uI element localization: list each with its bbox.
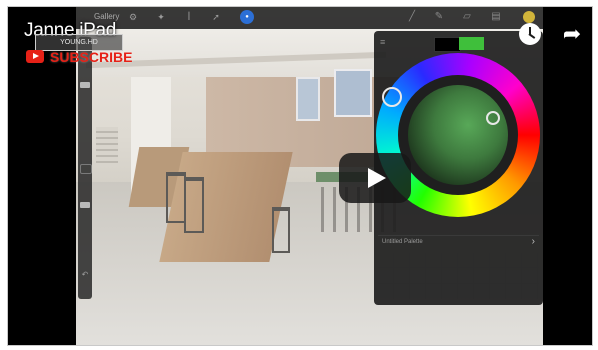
saturation-disc[interactable] [408,85,508,185]
color-picker-button[interactable] [523,11,535,23]
transform-icon[interactable]: ➚ [211,12,221,22]
secondary-color-swatch[interactable] [459,37,484,50]
window [296,77,320,121]
clock-icon[interactable] [519,23,541,45]
undo-icon[interactable]: ↶ [80,270,90,280]
window [334,69,372,117]
palette-grid[interactable] [378,253,539,299]
magic-wand-icon[interactable]: ✦ [156,12,166,22]
stool [166,172,186,223]
palette-header[interactable]: Untitled Palette › [378,235,539,250]
chevron-right-icon[interactable]: › [532,236,535,247]
palette-label: Untitled Palette [382,239,423,245]
hue-selector[interactable] [382,87,402,107]
brush-sidebar: ↶ [78,37,92,299]
stool [272,207,290,253]
primary-color-swatch[interactable] [434,37,461,52]
active-tool-icon[interactable]: ● [240,10,254,24]
brush-size-slider[interactable] [80,82,90,88]
saturation-selector[interactable] [486,111,500,125]
opacity-slider[interactable] [80,202,90,208]
subscribe-label: SUBSCRIBE [50,49,133,65]
video-player[interactable]: Gallery ⚙ ✦ ꟾ ➚ ● ╱ ✎ ▱ ▤ ↶ ≡ Untitled P… [7,6,593,346]
app-toolbar: Gallery ⚙ ✦ ꟾ ➚ ● ╱ ✎ ▱ ▤ [76,7,543,29]
video-embed: Gallery ⚙ ✦ ꟾ ➚ ● ╱ ✎ ▱ ▤ ↶ ≡ Untitled P… [0,0,598,350]
modify-button[interactable] [80,164,92,174]
stairs [96,127,118,167]
eraser-icon[interactable]: ▱ [461,11,473,23]
layers-icon[interactable]: ▤ [490,11,502,23]
smudge-icon[interactable]: ✎ [433,11,445,23]
stool [184,177,204,233]
ipad-screen: Gallery ⚙ ✦ ꟾ ➚ ● ╱ ✎ ▱ ▤ ↶ ≡ Untitled P… [76,7,543,345]
brush-icon[interactable]: ╱ [406,11,418,23]
wrench-icon[interactable]: ⚙ [128,12,138,22]
youtube-icon [26,50,44,63]
wheel-inner [398,75,518,195]
play-button[interactable] [339,153,411,203]
menu-icon[interactable]: ≡ [380,37,385,47]
share-arrow-icon[interactable]: ➦ [559,22,585,46]
selection-icon[interactable]: ꟾ [184,12,194,22]
